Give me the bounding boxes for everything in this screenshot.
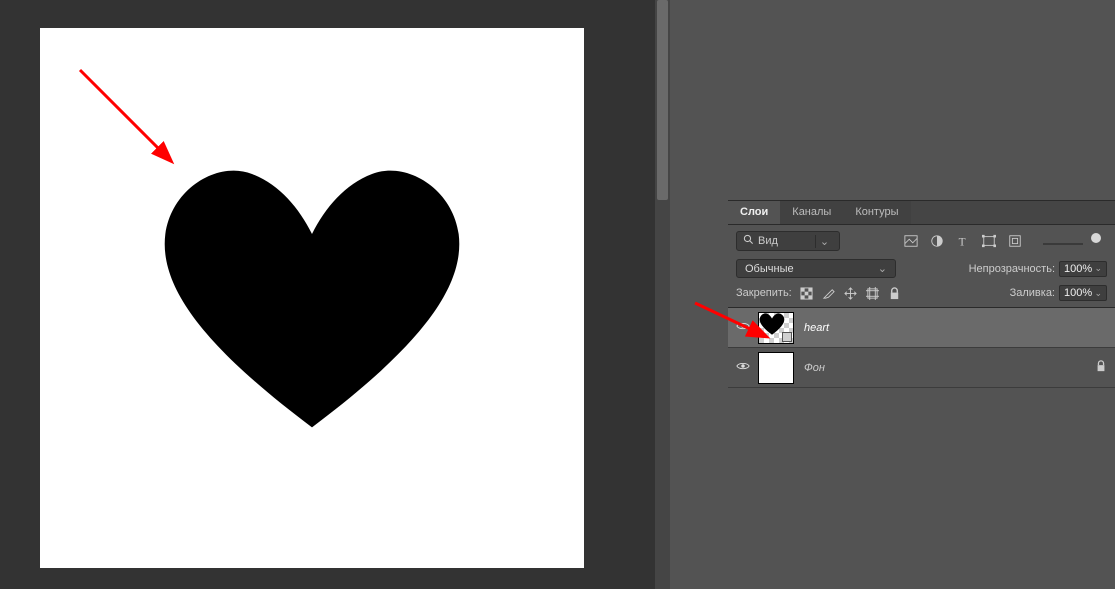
layers-panel: Слои Каналы Контуры Вид ⌄ T <box>728 200 1115 589</box>
tab-layers[interactable]: Слои <box>728 201 780 224</box>
layer-filter-label: Вид <box>758 235 778 247</box>
chevron-down-icon: ⌄ <box>1094 263 1102 274</box>
panel-gutter <box>670 0 728 589</box>
tab-channels[interactable]: Каналы <box>780 201 843 224</box>
document-canvas[interactable] <box>40 28 584 568</box>
filter-text-icon[interactable]: T <box>955 233 971 249</box>
filter-adjust-icon[interactable] <box>929 233 945 249</box>
smartobject-badge-icon <box>782 332 792 342</box>
layer-visibility-toggle[interactable] <box>728 321 758 334</box>
layer-visibility-toggle[interactable] <box>728 361 758 374</box>
filter-toggle-track <box>1043 243 1083 245</box>
layer-name[interactable]: heart <box>804 322 1107 334</box>
lock-transparency-icon[interactable] <box>800 286 814 300</box>
canvas-scrollbar[interactable] <box>655 0 670 589</box>
canvas-area <box>0 0 670 589</box>
chevron-down-icon: ⌄ <box>1094 288 1102 299</box>
scrollbar-thumb[interactable] <box>657 0 668 200</box>
layer-thumbnail[interactable] <box>758 352 794 384</box>
lock-label: Закрепить: <box>736 287 792 299</box>
filter-toggle[interactable] <box>1091 233 1101 243</box>
filter-smartobject-icon[interactable] <box>1007 233 1023 249</box>
layer-name[interactable]: Фон <box>804 362 1095 374</box>
blend-mode-value: Обычные <box>745 263 794 275</box>
lock-brush-icon[interactable] <box>822 286 836 300</box>
upper-right-empty <box>728 0 1115 200</box>
lock-move-icon[interactable] <box>844 286 858 300</box>
opacity-input[interactable]: 100% ⌄ <box>1059 261 1107 277</box>
layers-empty-area[interactable] <box>728 388 1115 589</box>
filter-shape-icon[interactable] <box>981 233 997 249</box>
layer-filter-icons: T <box>903 233 1107 249</box>
fill-value: 100% <box>1064 287 1092 299</box>
chevron-down-icon: ⌄ <box>815 235 833 248</box>
lock-all-icon[interactable] <box>888 286 902 300</box>
layer-filter-select[interactable]: Вид ⌄ <box>736 231 840 251</box>
heart-shape <box>142 154 482 454</box>
panel-tabs: Слои Каналы Контуры <box>728 200 1115 225</box>
blend-mode-select[interactable]: Обычные ⌄ <box>736 259 896 278</box>
layer-row-background[interactable]: Фон <box>728 348 1115 388</box>
filter-image-icon[interactable] <box>903 233 919 249</box>
layer-thumbnail[interactable] <box>758 312 794 344</box>
lock-artboard-icon[interactable] <box>866 286 880 300</box>
chevron-down-icon: ⌄ <box>878 262 887 275</box>
blend-opacity-row: Обычные ⌄ Непрозрачность: 100% ⌄ <box>728 255 1115 282</box>
svg-text:T: T <box>959 236 966 248</box>
layer-row-heart[interactable]: heart <box>728 308 1115 348</box>
fill-input[interactable]: 100% ⌄ <box>1059 285 1107 301</box>
fill-label: Заливка: <box>1010 287 1055 299</box>
layer-filter-row: Вид ⌄ T <box>728 225 1115 255</box>
layers-list: heart Фон <box>728 308 1115 388</box>
opacity-label: Непрозрачность: <box>969 263 1055 275</box>
search-icon <box>743 234 754 248</box>
lock-fill-row: Закрепить: Заливка: 100% ⌄ <box>728 282 1115 308</box>
opacity-value: 100% <box>1064 263 1092 275</box>
tab-paths[interactable]: Контуры <box>843 201 910 224</box>
lock-icon <box>1095 360 1107 375</box>
